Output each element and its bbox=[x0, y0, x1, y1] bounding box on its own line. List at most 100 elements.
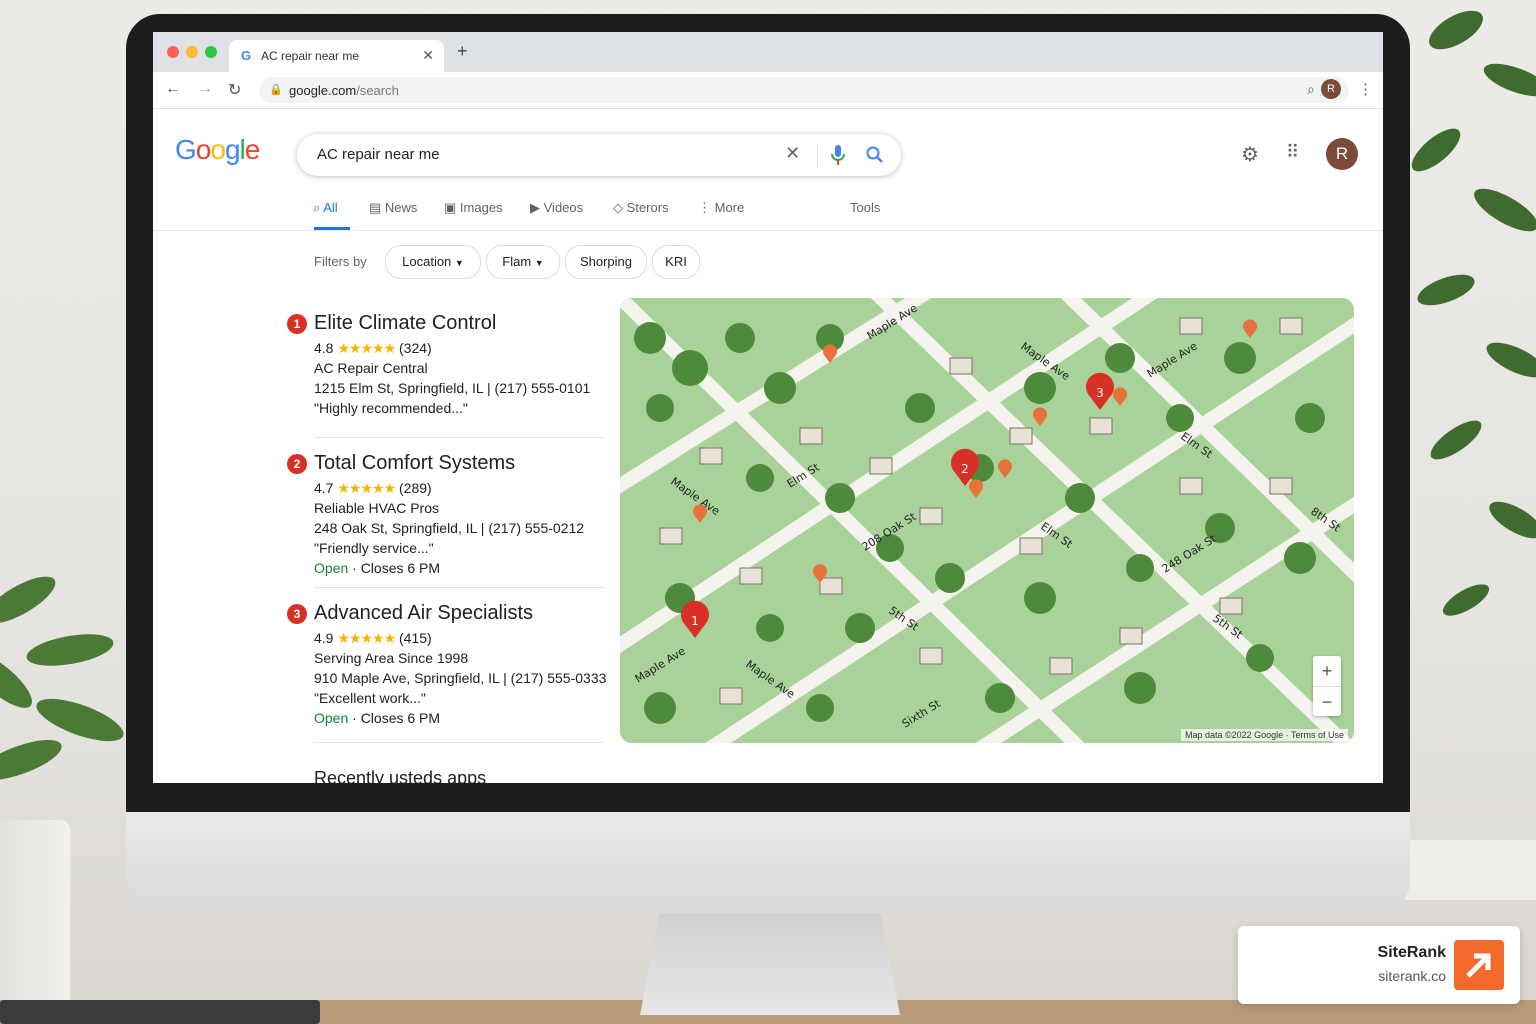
clear-icon[interactable]: ✕ bbox=[785, 143, 800, 164]
maximize-window-button[interactable] bbox=[205, 46, 217, 58]
closing-time: · Closes 6 PM bbox=[352, 560, 441, 576]
minimize-window-button[interactable] bbox=[186, 46, 198, 58]
tab-news[interactable]: ▤ News bbox=[369, 200, 417, 216]
plant-pot bbox=[0, 820, 70, 1020]
tab-all-label: All bbox=[323, 200, 338, 215]
settings-gear-icon[interactable]: ⚙ bbox=[1241, 142, 1259, 167]
chip-location[interactable]: Location ▼ bbox=[385, 245, 481, 279]
star-rating-icon: ★★★★★ bbox=[337, 340, 396, 356]
monitor-bezel: G AC repair near me ✕ + ← → ↻ 🔒 google.c… bbox=[126, 14, 1410, 812]
url-field[interactable]: 🔒 google.com/search ⌕ ☆ bbox=[259, 77, 1349, 103]
back-icon[interactable]: ← bbox=[165, 80, 181, 98]
chip-shorping[interactable]: Shorping bbox=[565, 245, 647, 279]
zoom-icon[interactable]: ⌕ bbox=[1307, 81, 1315, 98]
chip-location-label: Location bbox=[402, 254, 452, 269]
arrow-up-right-icon bbox=[1454, 940, 1504, 990]
news-icon: ▤ bbox=[369, 200, 382, 215]
result-review-count: (324) bbox=[399, 340, 432, 356]
tab-images[interactable]: ▣ Images bbox=[444, 200, 503, 216]
result-name[interactable]: Elite Climate Control bbox=[314, 312, 496, 335]
result-number-badge: 2 bbox=[287, 454, 307, 474]
siterank-badge: SiteRank siterank.co bbox=[1238, 926, 1520, 1004]
star-rating-icon: ★★★★★ bbox=[337, 630, 396, 646]
tab-videos[interactable]: ▶ Videos bbox=[530, 200, 583, 216]
browser-window: G AC repair near me ✕ + ← → ↻ 🔒 google.c… bbox=[153, 32, 1383, 783]
tab-all[interactable]: ⌕ All bbox=[313, 200, 338, 216]
search-tab-icon: ⌕ bbox=[313, 200, 321, 215]
result-rating: 4.7 bbox=[314, 480, 334, 496]
reload-icon[interactable]: ↻ bbox=[228, 80, 241, 100]
zoom-out-button[interactable]: − bbox=[1313, 686, 1341, 717]
tab-more-label: More bbox=[714, 200, 745, 215]
google-favicon-icon: G bbox=[241, 48, 252, 63]
forward-icon[interactable]: → bbox=[197, 80, 213, 98]
google-account-avatar[interactable]: R bbox=[1326, 138, 1358, 170]
microphone-icon[interactable] bbox=[831, 145, 845, 165]
pin-label: 2 bbox=[961, 462, 969, 476]
next-section-heading: Recently usteds apps bbox=[314, 768, 487, 783]
result-review-snippet: "Excellent work..." bbox=[314, 690, 426, 706]
zoom-in-button[interactable]: + bbox=[1313, 656, 1341, 686]
chip-kri[interactable]: KRI bbox=[652, 245, 700, 279]
result-item[interactable]: 1 Elite Climate Control 4.8 ★★★★★ (324) … bbox=[287, 312, 607, 422]
chip-flam[interactable]: Flam ▼ bbox=[486, 245, 560, 279]
chevron-down-icon: ▼ bbox=[534, 258, 544, 268]
tag-icon: ◇ bbox=[613, 200, 623, 215]
result-address: 248 Oak St, Springfield, IL | (217) 555-… bbox=[314, 520, 585, 536]
result-rating-row: 4.8 ★★★★★ (324) bbox=[314, 340, 432, 357]
result-address: 1215 Elm St, Springfield, IL | (217) 555… bbox=[314, 380, 591, 396]
map-canvas: Maple Ave Maple Ave Maple Ave Elm St Elm… bbox=[620, 298, 1354, 743]
local-map[interactable]: Maple Ave Maple Ave Maple Ave Elm St Elm… bbox=[620, 298, 1354, 743]
tab-more[interactable]: ⋮ More bbox=[698, 200, 744, 216]
result-review-snippet: "Highly recommended..." bbox=[314, 400, 468, 416]
result-item[interactable]: 2 Total Comfort Systems 4.7 ★★★★★ (289) … bbox=[287, 452, 607, 582]
close-tab-icon[interactable]: ✕ bbox=[422, 47, 434, 64]
videos-icon: ▶ bbox=[530, 200, 540, 215]
header-divider bbox=[153, 230, 1383, 231]
map-attribution[interactable]: Map data ©2022 Google · Terms of Use bbox=[1180, 729, 1348, 741]
result-category: Serving Area Since 1998 bbox=[314, 650, 469, 666]
search-divider bbox=[817, 144, 818, 166]
open-status: Open bbox=[314, 710, 349, 726]
search-input[interactable] bbox=[315, 145, 759, 164]
url-path: /search bbox=[356, 83, 399, 98]
pin-label: 3 bbox=[1096, 386, 1104, 400]
result-hours: Open · Closes 6 PM bbox=[314, 560, 440, 576]
tab-sterors[interactable]: ◇ Sterors bbox=[613, 200, 669, 216]
monitor-chin bbox=[126, 812, 1410, 914]
tab-tools[interactable]: Tools bbox=[850, 200, 880, 215]
tab-images-label: Images bbox=[459, 200, 503, 215]
lock-icon: 🔒 bbox=[269, 84, 283, 96]
result-address: 910 Maple Ave, Springfield, IL | (217) 5… bbox=[314, 670, 607, 686]
filters-label: Filters by bbox=[314, 254, 367, 269]
monitor-stand bbox=[640, 905, 900, 1015]
result-separator bbox=[314, 587, 604, 588]
more-dots-icon: ⋮ bbox=[698, 200, 711, 215]
images-icon: ▣ bbox=[444, 200, 457, 215]
result-rating-row: 4.7 ★★★★★ (289) bbox=[314, 480, 432, 497]
result-name[interactable]: Total Comfort Systems bbox=[314, 452, 515, 475]
google-logo[interactable]: Google bbox=[175, 134, 260, 166]
search-box: ✕ bbox=[297, 134, 901, 176]
browser-menu-icon[interactable]: ⋮ bbox=[1358, 80, 1373, 98]
result-category: Reliable HVAC Pros bbox=[314, 500, 440, 516]
result-review-snippet: "Friendly service..." bbox=[314, 540, 434, 556]
result-name[interactable]: Advanced Air Specialists bbox=[314, 602, 533, 625]
tab-bar: G AC repair near me ✕ + bbox=[153, 32, 1383, 72]
chevron-down-icon: ▼ bbox=[454, 258, 464, 268]
result-number-badge: 1 bbox=[287, 314, 307, 334]
apps-grid-icon[interactable]: ⠿ bbox=[1286, 142, 1299, 163]
close-window-button[interactable] bbox=[167, 46, 179, 58]
result-rating: 4.9 bbox=[314, 630, 334, 646]
star-rating-icon: ★★★★★ bbox=[337, 480, 396, 496]
keyboard bbox=[0, 1000, 320, 1024]
browser-tab[interactable]: G AC repair near me ✕ bbox=[229, 40, 444, 72]
plant-decoration bbox=[1396, 10, 1536, 900]
result-separator bbox=[314, 742, 604, 743]
result-item[interactable]: 3 Advanced Air Specialists 4.9 ★★★★★ (41… bbox=[287, 602, 607, 732]
result-separator bbox=[314, 437, 604, 438]
search-icon[interactable] bbox=[866, 146, 884, 164]
chip-flam-label: Flam bbox=[502, 254, 532, 269]
profile-avatar[interactable]: R bbox=[1321, 79, 1341, 99]
new-tab-icon[interactable]: + bbox=[457, 41, 468, 62]
